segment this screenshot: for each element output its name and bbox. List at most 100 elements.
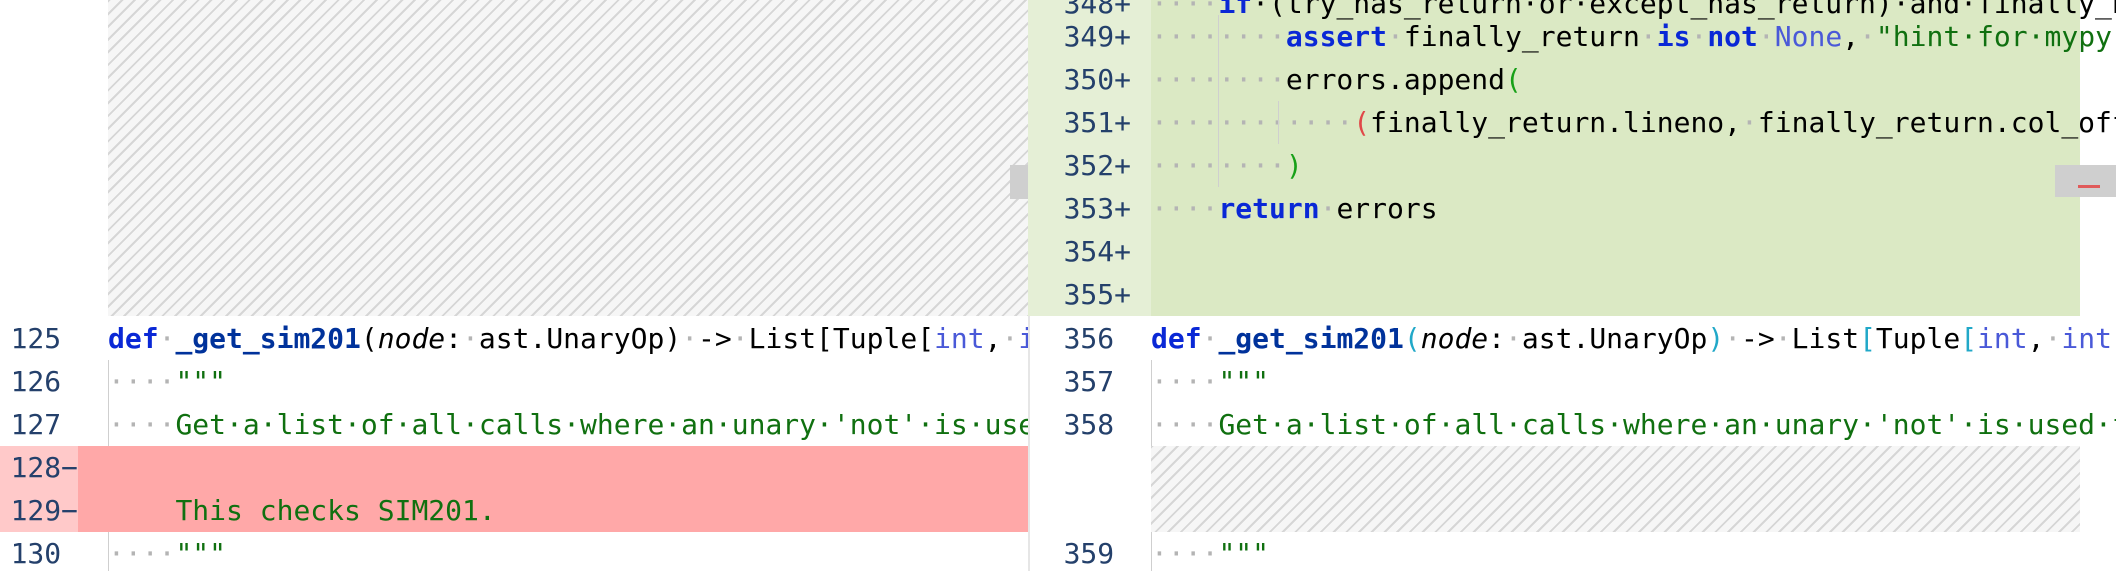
code-token: """ bbox=[1218, 365, 1270, 398]
line-number: 359 bbox=[1063, 537, 1115, 570]
line-number: 350+ bbox=[1063, 63, 1131, 96]
left-scrollbar-thumb[interactable] bbox=[1010, 165, 1028, 199]
code-token: int bbox=[2061, 322, 2112, 355]
code-line[interactable]: ········errors.append( bbox=[1151, 58, 1522, 101]
indent-guide bbox=[108, 532, 109, 571]
code-line[interactable]: ····""" bbox=[1151, 360, 1269, 403]
code-token: ···· bbox=[108, 365, 176, 398]
code-token: Get·a·list·of·all·calls·where·an·unary·'… bbox=[1218, 408, 2116, 441]
line-number: 127 bbox=[10, 408, 62, 441]
code-line[interactable]: ········) bbox=[1151, 144, 1303, 187]
code-token: not bbox=[1707, 20, 1758, 53]
code-token: int bbox=[1018, 322, 1028, 355]
code-line[interactable]: def·_get_sim201(node:·ast.UnaryOp)·->·Li… bbox=[108, 317, 1028, 360]
code-token: """ bbox=[1218, 537, 1270, 570]
code-token: · bbox=[681, 322, 699, 355]
code-line[interactable]: ····""" bbox=[1151, 532, 1269, 571]
code-token: "hint·for·mypy" bbox=[1875, 20, 2116, 53]
right-line-350: 350+ ········errors.append( bbox=[1028, 58, 2116, 101]
code-token: ast.UnaryOp bbox=[1521, 322, 1708, 355]
code-token: · bbox=[2044, 322, 2062, 355]
code-token: _get_sim201 bbox=[175, 322, 361, 355]
right-line-351: 351+ ············(finally_return.lineno,… bbox=[1028, 101, 2116, 144]
code-token: · bbox=[1319, 192, 1337, 225]
line-number: 356 bbox=[1063, 322, 1115, 355]
line-number: 353+ bbox=[1063, 192, 1131, 225]
code-token: · bbox=[1757, 20, 1775, 53]
code-token: · bbox=[462, 322, 479, 355]
line-number: 126 bbox=[10, 365, 62, 398]
right-line-359: 359 ····""" bbox=[1028, 532, 2116, 571]
code-token: finally_return bbox=[1403, 20, 1640, 53]
right-line-353: 353+ ····return·errors bbox=[1028, 187, 2116, 230]
code-token: · bbox=[1690, 20, 1708, 53]
code-line[interactable]: ········assert·finally_return·is·not·Non… bbox=[1151, 15, 2116, 58]
right-scrollbar-thumb[interactable] bbox=[2055, 165, 2116, 197]
line-number: 352+ bbox=[1063, 149, 1131, 182]
code-token: def bbox=[108, 322, 159, 355]
code-token: ···· bbox=[1151, 192, 1219, 225]
line-number: 357 bbox=[1063, 365, 1115, 398]
scrollbar-change-marker bbox=[2078, 185, 2100, 188]
left-diff-pane: 125 def·_get_sim201(node:·ast.UnaryOp)·-… bbox=[0, 0, 1028, 571]
code-token: , bbox=[2027, 322, 2045, 355]
left-line-126: 126 ····""" bbox=[0, 360, 1028, 403]
code-line[interactable]: ····""" bbox=[108, 360, 226, 403]
code-token: """ bbox=[175, 365, 227, 398]
code-token: node bbox=[377, 322, 446, 355]
code-token: ···· bbox=[1151, 537, 1219, 570]
right-line-352: 352+ ········) bbox=[1028, 144, 2116, 187]
code-token: [ bbox=[1859, 322, 1876, 355]
code-token: -> bbox=[1741, 322, 1775, 355]
left-line-130: 130 ····""" bbox=[0, 532, 1028, 571]
code-token: finally_return.col_offs bbox=[1757, 106, 2116, 139]
code-token: · bbox=[731, 322, 749, 355]
code-token: · bbox=[1859, 20, 1876, 53]
code-token: List bbox=[1791, 322, 1860, 355]
right-empty-placeholder-area bbox=[1151, 446, 2080, 532]
indent-guide bbox=[1278, 101, 1279, 144]
code-token: : bbox=[445, 322, 463, 355]
code-line[interactable]: This checks SIM201. bbox=[108, 489, 495, 532]
code-token: ) bbox=[1707, 322, 1725, 355]
code-line[interactable]: ············(finally_return.lineno,·fina… bbox=[1151, 101, 2116, 144]
code-token: · bbox=[1201, 322, 1219, 355]
line-number: 130 bbox=[10, 537, 62, 570]
left-line-125: 125 def·_get_sim201(node:·ast.UnaryOp)·-… bbox=[0, 317, 1028, 360]
code-token: ( bbox=[360, 322, 378, 355]
left-line-128: 128− bbox=[0, 446, 1028, 489]
left-line-127: 127 ····Get·a·list·of·all·calls·where·an… bbox=[0, 403, 1028, 446]
code-line[interactable]: def·_get_sim201(node:·ast.UnaryOp)·->·Li… bbox=[1151, 317, 2116, 360]
right-line-354: 354+ bbox=[1028, 230, 2116, 273]
code-line[interactable]: ····""" bbox=[108, 532, 226, 571]
code-token: , bbox=[2112, 322, 2116, 355]
code-token: finally_return.lineno, bbox=[1370, 106, 1742, 139]
code-token: · bbox=[158, 322, 176, 355]
line-number: 349+ bbox=[1063, 20, 1131, 53]
code-token: · bbox=[1505, 322, 1522, 355]
code-token: ············ bbox=[1151, 106, 1354, 139]
line-number: 128− bbox=[10, 451, 78, 484]
code-token: """ bbox=[175, 537, 227, 570]
code-token: · bbox=[1001, 322, 1019, 355]
code-token: · bbox=[1741, 106, 1758, 139]
code-token: · bbox=[1724, 322, 1742, 355]
line-number: 355+ bbox=[1063, 278, 1131, 311]
code-line[interactable]: ····return·errors bbox=[1151, 187, 1438, 230]
code-token: List[Tuple[ bbox=[748, 322, 935, 355]
code-token: ( bbox=[1353, 106, 1371, 139]
right-line-349: 349+ ········assert·finally_return·is·no… bbox=[1028, 15, 2116, 58]
code-line[interactable]: ····Get·a·list·of·all·calls·where·an·una… bbox=[1151, 403, 2116, 446]
right-line-355: 355+ bbox=[1028, 273, 2116, 316]
line-number: 351+ bbox=[1063, 106, 1131, 139]
code-token: ast.UnaryOp) bbox=[478, 322, 682, 355]
code-token: None bbox=[1774, 20, 1843, 53]
code-token: node bbox=[1420, 322, 1489, 355]
code-token: Get·a·list·of·all·calls·where·an·unary·'… bbox=[175, 408, 1028, 441]
code-token: def bbox=[1151, 322, 1202, 355]
code-token: is bbox=[1656, 20, 1691, 53]
code-line[interactable]: ····Get·a·list·of·all·calls·where·an·una… bbox=[108, 403, 1028, 446]
code-token: errors.append bbox=[1285, 63, 1506, 96]
line-number: 354+ bbox=[1063, 235, 1131, 268]
